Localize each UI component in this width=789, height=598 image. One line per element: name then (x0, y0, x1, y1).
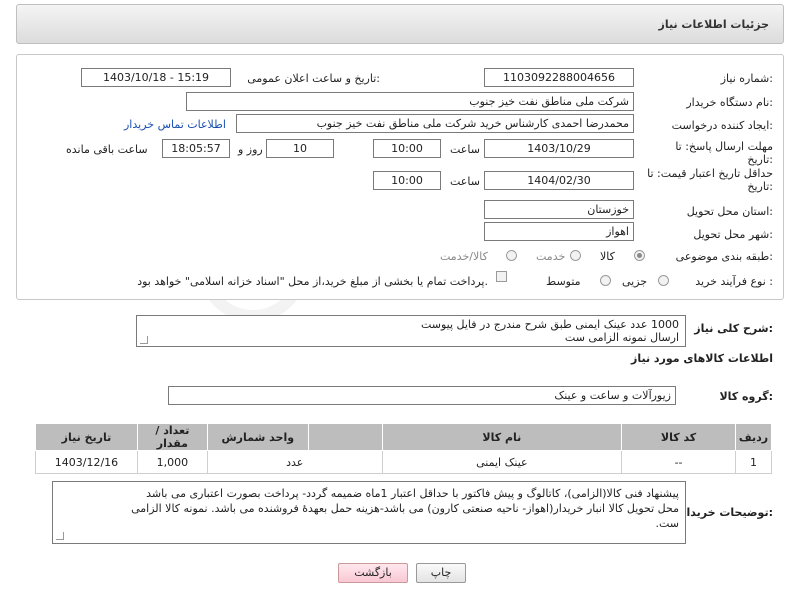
description-textarea[interactable]: 1000 عدد عینک ایمنی طبق شرح مندرج در فای… (136, 315, 686, 347)
category-radio-goods-service[interactable] (506, 250, 517, 261)
cell-name: عینک ایمنی (381, 450, 623, 474)
process-radio-medium[interactable] (600, 275, 611, 286)
deadline-date-field[interactable]: 1403/10/29 (484, 139, 634, 158)
validity-label-2: تاریخ: (747, 180, 773, 193)
need-number-label: شماره نیاز: (720, 72, 773, 85)
buyer-contact-link[interactable]: اطلاعات تماس خریدار (124, 118, 226, 131)
validity-time-field[interactable]: 10:00 (373, 171, 441, 190)
days-label: روز و (238, 143, 263, 156)
cell-row: 1 (734, 450, 773, 474)
deadline-time-field[interactable]: 10:00 (373, 139, 441, 158)
city-field[interactable]: اهواز (484, 222, 634, 241)
goods-table: تاریخ نیاز تعداد / مقدار واحد شمارش نام … (35, 423, 773, 474)
col-unit-spacer (307, 423, 383, 451)
resize-grip-icon (140, 336, 148, 344)
buyer-notes-label: توضیحات خریدار: (680, 506, 773, 519)
category-option-service: خدمت (536, 250, 566, 263)
process-label: نوع فرآیند خرید : (695, 275, 773, 288)
buyer-org-field[interactable]: شرکت ملی مناطق نفت خیز جنوب (186, 92, 634, 111)
table-row[interactable]: 1403/12/16 1,000 عدد عینک ایمنی -- 1 (35, 450, 773, 474)
description-label: شرح کلی نیاز: (694, 322, 773, 335)
goods-info-title: اطلاعات کالاهای مورد نیاز (631, 352, 773, 365)
back-button[interactable]: بازگشت (338, 563, 408, 583)
category-radio-goods[interactable] (634, 250, 645, 261)
requester-label: ایجاد کننده درخواست: (671, 119, 773, 132)
col-need-date: تاریخ نیاز (35, 423, 138, 451)
validity-date-field[interactable]: 1404/02/30 (484, 171, 634, 190)
page-header: جزئیات اطلاعات نیاز (16, 4, 784, 44)
announce-label: تاریخ و ساعت اعلان عمومی: (247, 72, 380, 85)
col-unit: واحد شمارش (206, 423, 309, 451)
category-option-goods-service: کالا/خدمت (440, 250, 488, 263)
province-field[interactable]: خوزستان (484, 200, 634, 219)
page-title: جزئیات اطلاعات نیاز (658, 18, 770, 31)
requester-field[interactable]: محمدرضا احمدی کارشناس خرید شرکت ملی مناط… (236, 114, 634, 133)
cell-unit: عدد (206, 450, 383, 474)
announce-field[interactable]: 1403/10/18 - 15:19 (81, 68, 231, 87)
days-field[interactable]: 10 (266, 139, 334, 158)
category-radio-service[interactable] (570, 250, 581, 261)
remaining-time-field[interactable]: 18:05:57 (162, 139, 230, 158)
cell-code: -- (621, 450, 736, 474)
buyer-org-label: نام دستگاه خریدار: (686, 96, 773, 109)
col-quantity: تعداد / مقدار (136, 423, 208, 451)
remaining-label: ساعت باقی مانده (66, 143, 148, 156)
city-label: شهر محل تحویل: (693, 228, 773, 241)
print-button[interactable]: چاپ (416, 563, 466, 583)
deadline-time-label: ساعت (450, 143, 480, 156)
buyer-notes-textarea[interactable]: پیشنهاد فنی کالا(الزامی)، کاتالوگ و پیش … (52, 481, 686, 544)
resize-grip-icon (56, 532, 64, 540)
process-option-medium: متوسط (546, 275, 581, 288)
goods-group-field[interactable]: زیورآلات و ساعت و عینک (168, 386, 676, 405)
payment-note: پرداخت تمام یا بخشی از مبلغ خرید،از محل … (137, 275, 488, 288)
col-row: ردیف (734, 423, 773, 451)
need-number-field[interactable]: 1103092288004656 (484, 68, 634, 87)
treasury-checkbox[interactable] (496, 271, 507, 282)
goods-group-label: گروه کالا: (719, 390, 773, 403)
cell-quantity: 1,000 (136, 450, 208, 474)
table-header-row: تاریخ نیاز تعداد / مقدار واحد شمارش نام … (35, 423, 773, 451)
category-option-goods: کالا (600, 250, 615, 263)
validity-label: حداقل تاریخ اعتبار قیمت: تا (647, 167, 773, 180)
category-label: طبقه بندی موضوعی: (675, 250, 773, 263)
province-label: استان محل تحویل: (686, 205, 773, 218)
process-radio-minor[interactable] (658, 275, 669, 286)
cell-need-date: 1403/12/16 (35, 450, 138, 474)
deadline-label-2: تاریخ: (747, 153, 773, 166)
deadline-label: مهلت ارسال پاسخ: تا (675, 140, 773, 153)
col-name: نام کالا (381, 423, 623, 451)
validity-time-label: ساعت (450, 175, 480, 188)
col-code: کد کالا (621, 423, 736, 451)
process-option-minor: جزیی (622, 275, 648, 288)
